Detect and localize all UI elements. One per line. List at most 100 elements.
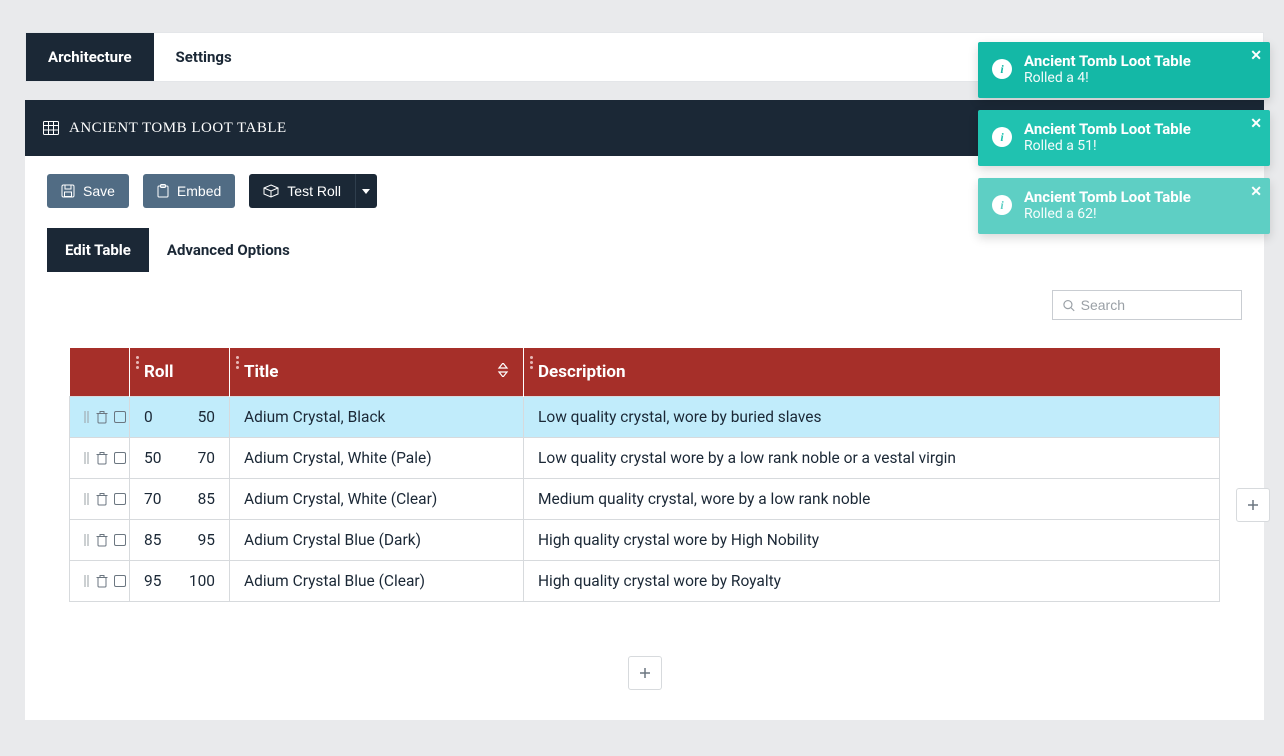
roll-from: 95	[144, 572, 161, 590]
row-actions-cell	[70, 397, 130, 438]
roll-cell[interactable]: 050	[130, 397, 230, 438]
content-card: Save Embed Test Roll	[25, 156, 1264, 720]
info-icon: i	[992, 59, 1012, 79]
clipboard-icon	[157, 184, 169, 198]
delete-row-button[interactable]	[96, 533, 108, 547]
toast-message: Rolled a 4!	[1024, 70, 1256, 86]
roll-cell[interactable]: 7085	[130, 479, 230, 520]
description-cell[interactable]: Low quality crystal, wore by buried slav…	[524, 397, 1220, 438]
plus-icon	[1247, 499, 1259, 511]
toast-message: Rolled a 51!	[1024, 138, 1256, 154]
col-header-title[interactable]: Title	[230, 348, 524, 397]
table-row[interactable]: 7085Adium Crystal, White (Clear)Medium q…	[70, 479, 1220, 520]
sort-icon[interactable]	[497, 362, 509, 382]
row-drag-handle-icon[interactable]	[84, 492, 90, 506]
table-wrap: Roll Title	[69, 348, 1220, 602]
roll-from: 70	[144, 490, 161, 508]
roll-cell[interactable]: 50 70	[130, 438, 230, 479]
tab-settings[interactable]: Settings	[154, 33, 254, 81]
toast-title: Ancient Tomb Loot Table	[1024, 120, 1256, 138]
sub-tabs: Edit Table Advanced Options	[47, 228, 1242, 272]
toast-close-button[interactable]: ✕	[1250, 48, 1262, 64]
row-checkbox[interactable]	[114, 534, 126, 546]
toast: i Ancient Tomb Loot TableRolled a 4! ✕	[978, 42, 1270, 98]
roll-cell[interactable]: 8595	[130, 520, 230, 561]
roll-to: 50	[198, 408, 215, 426]
tab-edit-table[interactable]: Edit Table	[47, 228, 149, 272]
dice-icon	[263, 184, 279, 198]
toast-message: Rolled a 62!	[1024, 206, 1256, 222]
col-header-roll-label: Roll	[144, 362, 173, 382]
title-cell[interactable]: Adium Crystal Blue (Clear)	[230, 561, 524, 602]
row-actions-cell	[70, 438, 130, 479]
roll-to: 100	[189, 572, 215, 590]
row-checkbox[interactable]	[114, 493, 126, 505]
drag-handle-icon[interactable]	[236, 356, 239, 369]
col-header-description-label: Description	[538, 362, 625, 382]
test-roll-label: Test Roll	[287, 183, 341, 199]
test-roll-dropdown[interactable]	[355, 174, 377, 208]
search-input[interactable]	[1081, 297, 1231, 313]
description-cell[interactable]: High quality crystal wore by High Nobili…	[524, 520, 1220, 561]
row-drag-handle-icon[interactable]	[84, 533, 90, 547]
roll-from: 50	[144, 449, 161, 467]
tab-architecture[interactable]: Architecture	[26, 33, 154, 81]
description-cell[interactable]: Medium quality crystal, wore by a low ra…	[524, 479, 1220, 520]
row-drag-handle-icon[interactable]	[84, 574, 90, 588]
delete-row-button[interactable]	[96, 574, 108, 588]
row-drag-handle-icon[interactable]	[84, 451, 90, 465]
plus-icon	[639, 667, 651, 679]
roll-to: 70	[198, 449, 215, 467]
embed-button[interactable]: Embed	[143, 174, 235, 208]
table-row[interactable]: 8595Adium Crystal Blue (Dark)High qualit…	[70, 520, 1220, 561]
add-column-button[interactable]	[1236, 488, 1270, 522]
search-icon	[1063, 299, 1075, 312]
toast-title: Ancient Tomb Loot Table	[1024, 188, 1256, 206]
title-bar-label: ANCIENT TOMB LOOT TABLE	[69, 120, 287, 137]
table-row[interactable]: 050Adium Crystal, BlackLow quality cryst…	[70, 397, 1220, 438]
caret-down-icon	[362, 189, 370, 194]
row-checkbox[interactable]	[114, 575, 126, 587]
row-checkbox[interactable]	[114, 411, 126, 423]
info-icon: i	[992, 195, 1012, 215]
toast-close-button[interactable]: ✕	[1250, 116, 1262, 132]
save-icon	[61, 184, 75, 198]
loot-table: Roll Title	[69, 348, 1220, 602]
col-header-actions	[70, 348, 130, 397]
col-header-title-label: Title	[244, 362, 278, 382]
roll-from: 85	[144, 531, 161, 549]
row-checkbox[interactable]	[114, 452, 126, 464]
test-roll-group: Test Roll	[249, 174, 377, 208]
row-actions-cell	[70, 561, 130, 602]
roll-cell[interactable]: 95 100	[130, 561, 230, 602]
col-header-description[interactable]: Description	[524, 348, 1220, 397]
drag-handle-icon[interactable]	[530, 356, 533, 369]
toast-title: Ancient Tomb Loot Table	[1024, 52, 1256, 70]
description-cell[interactable]: Low quality crystal wore by a low rank n…	[524, 438, 1220, 479]
save-label: Save	[83, 183, 115, 199]
save-button[interactable]: Save	[47, 174, 129, 208]
title-cell[interactable]: Adium Crystal, White (Clear)	[230, 479, 524, 520]
table-row[interactable]: 50 70 Adium Crystal, White (Pale)Low quali…	[70, 438, 1220, 479]
title-cell[interactable]: Adium Crystal Blue (Dark)	[230, 520, 524, 561]
row-actions-cell	[70, 479, 130, 520]
table-row[interactable]: 95 100 Adium Crystal Blue (Clear)High qual…	[70, 561, 1220, 602]
delete-row-button[interactable]	[96, 410, 108, 424]
tab-advanced-options[interactable]: Advanced Options	[149, 228, 308, 272]
row-drag-handle-icon[interactable]	[84, 410, 90, 424]
delete-row-button[interactable]	[96, 451, 108, 465]
title-cell[interactable]: Adium Crystal, White (Pale)	[230, 438, 524, 479]
title-cell[interactable]: Adium Crystal, Black	[230, 397, 524, 438]
toast: i Ancient Tomb Loot TableRolled a 62! ✕	[978, 178, 1270, 234]
description-cell[interactable]: High quality crystal wore by Royalty	[524, 561, 1220, 602]
drag-handle-icon[interactable]	[136, 356, 139, 369]
test-roll-button[interactable]: Test Roll	[249, 174, 355, 208]
toast: iAncient Tomb Loot TableRolled a 51!✕	[978, 110, 1270, 166]
col-header-roll[interactable]: Roll	[130, 348, 230, 397]
add-row-button[interactable]	[628, 656, 662, 690]
search-box[interactable]	[1052, 290, 1242, 320]
delete-row-button[interactable]	[96, 492, 108, 506]
row-actions-cell	[70, 520, 130, 561]
toast-close-button[interactable]: ✕	[1250, 184, 1262, 200]
table-icon	[43, 121, 59, 135]
